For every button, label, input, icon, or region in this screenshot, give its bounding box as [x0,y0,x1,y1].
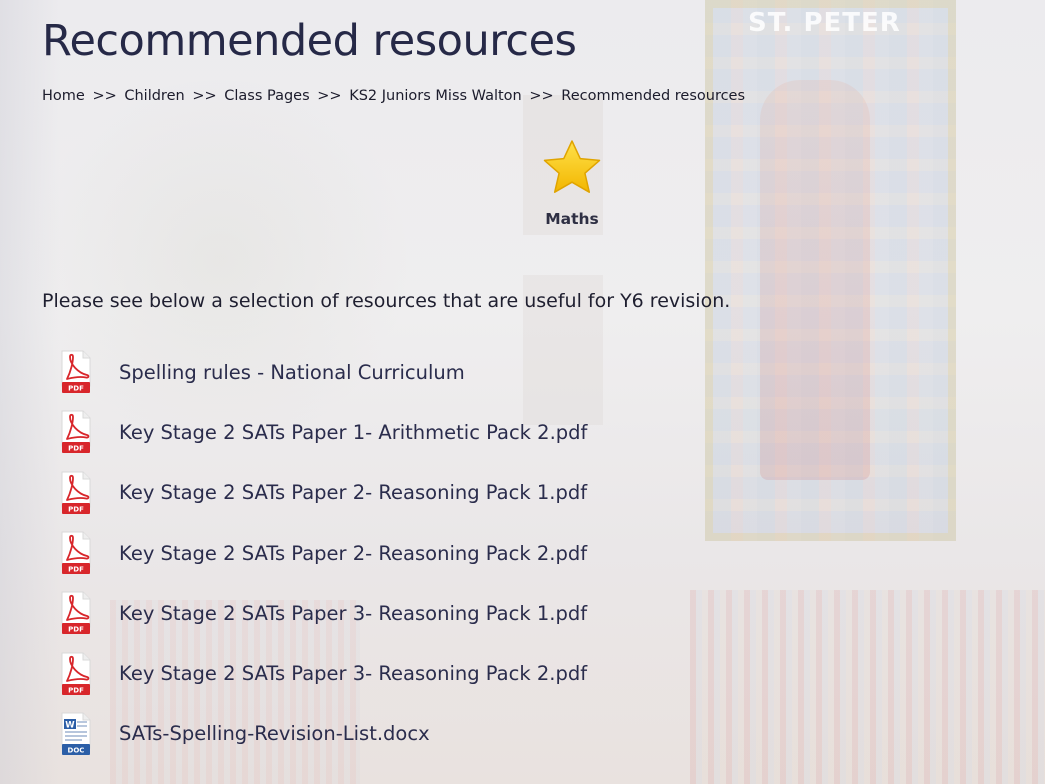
background-saint-figure [760,80,870,480]
breadcrumb-class[interactable]: KS2 Juniors Miss Walton [349,88,522,104]
list-item: PDF Key Stage 2 SATs Paper 2- Reasoning … [56,523,587,583]
pdf-icon: PDF [61,350,91,394]
intro-text: Please see below a selection of resource… [42,290,731,312]
background-window-text: ST. PETER [748,8,901,38]
pdf-icon: PDF [61,471,91,514]
list-item: PDF Key Stage 2 SATs Paper 1- Arithmetic… [56,402,587,462]
background-sofa [690,590,1045,784]
resource-link[interactable]: Key Stage 2 SATs Paper 1- Arithmetic Pac… [119,421,587,444]
pdf-icon: PDF [61,410,91,454]
breadcrumb-children[interactable]: Children [124,88,184,104]
background-drape [0,0,60,784]
list-item: PDF Key Stage 2 SATs Paper 2- Reasoning … [56,463,587,523]
breadcrumb: Home >> Children >> Class Pages >> KS2 J… [42,88,745,104]
svg-text:DOC: DOC [68,746,85,754]
svg-text:PDF: PDF [68,385,84,393]
pdf-icon: PDF [61,531,91,575]
list-item: PDF Spelling rules - National Curriculum [56,342,587,402]
subject-link-maths[interactable]: Maths [528,138,616,228]
pdf-icon: PDF [61,591,91,635]
svg-text:PDF: PDF [68,445,84,453]
list-item: PDF Key Stage 2 SATs Paper 3- Reasoning … [56,583,587,643]
resource-link[interactable]: Key Stage 2 SATs Paper 3- Reasoning Pack… [119,602,587,625]
resource-link[interactable]: SATs-Spelling-Revision-List.docx [119,722,430,745]
breadcrumb-class-pages[interactable]: Class Pages [224,88,309,104]
resource-link[interactable]: Key Stage 2 SATs Paper 3- Reasoning Pack… [119,662,587,685]
resource-link[interactable]: Key Stage 2 SATs Paper 2- Reasoning Pack… [119,542,587,565]
breadcrumb-current: Recommended resources [561,88,746,104]
svg-text:PDF: PDF [68,626,84,634]
breadcrumb-separator: >> [529,88,554,104]
page-title: Recommended resources [42,16,577,66]
doc-icon: W DOC [61,712,91,755]
pdf-icon: PDF [61,652,91,695]
breadcrumb-home[interactable]: Home [42,88,85,104]
svg-text:PDF: PDF [68,505,84,513]
subject-label: Maths [545,210,599,228]
resource-link[interactable]: Spelling rules - National Curriculum [119,361,465,384]
svg-text:W: W [65,720,75,730]
resource-list: PDF Spelling rules - National Curriculum… [56,342,587,764]
svg-text:PDF: PDF [68,686,84,694]
breadcrumb-separator: >> [192,88,217,104]
resource-link[interactable]: Key Stage 2 SATs Paper 2- Reasoning Pack… [119,481,587,504]
list-item: PDF Key Stage 2 SATs Paper 3- Reasoning … [56,643,587,703]
svg-text:PDF: PDF [68,566,84,574]
breadcrumb-separator: >> [92,88,117,104]
breadcrumb-separator: >> [317,88,342,104]
list-item: W DOC SATs-Spelling-Revision-List.docx [56,704,587,764]
star-icon [543,140,601,193]
